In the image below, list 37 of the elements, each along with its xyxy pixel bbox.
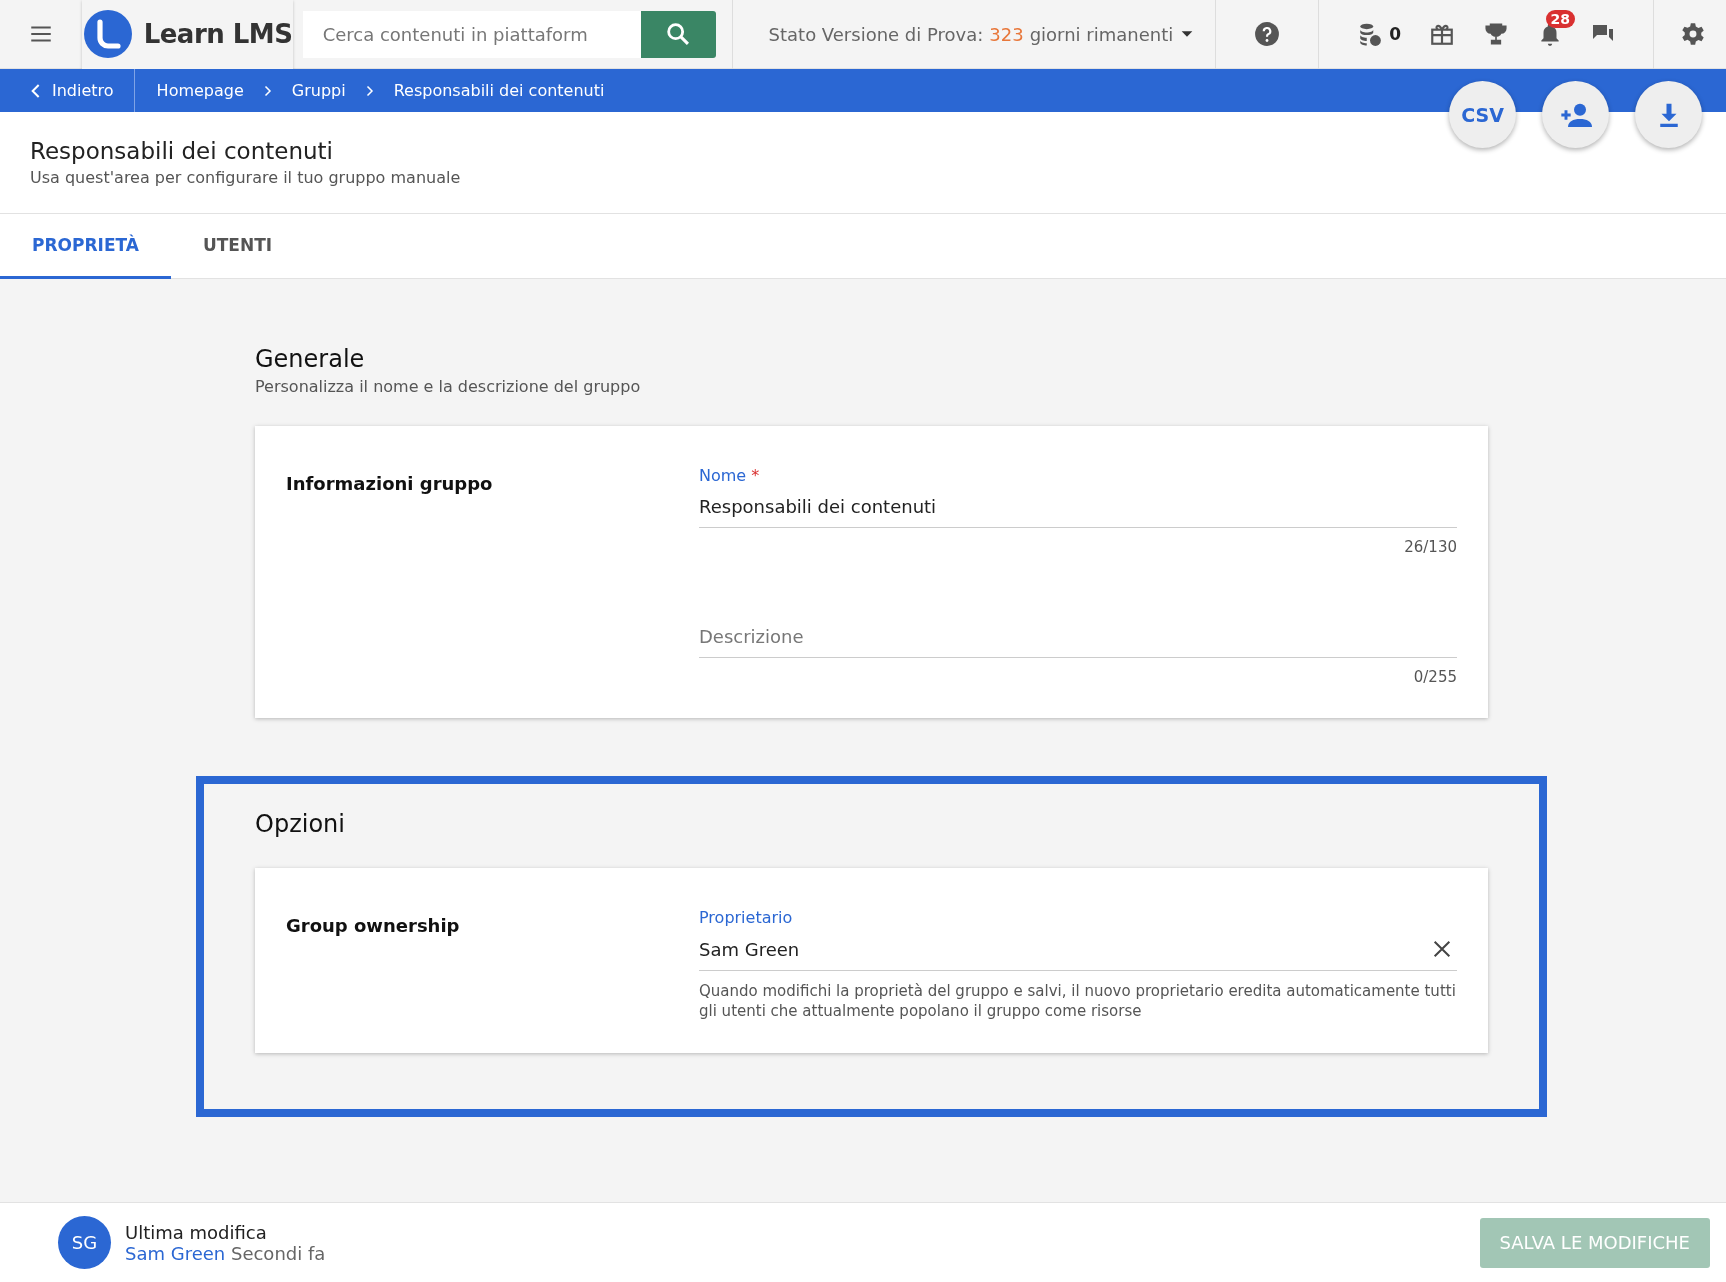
text-field[interactable]: Responsabili dei contenuti	[699, 488, 1457, 528]
search-field[interactable]: Cerca contenuti in piattaform	[302, 10, 641, 58]
field-label: Proprietario	[699, 908, 794, 929]
coins-icon	[1357, 21, 1384, 47]
tab[interactable]: UTENTI	[170, 214, 305, 279]
notification-badge: 28	[1545, 9, 1575, 28]
breadcrumb-link[interactable]: Homepage	[156, 81, 244, 100]
page-subtitle: Usa quest'area per configurare il tuo gruppo manuale	[30, 168, 462, 187]
coins-button[interactable]: 0	[1319, 0, 1415, 69]
field-label: Nome	[699, 466, 747, 487]
modified-time: Secondi fa	[230, 1242, 326, 1264]
section-title: Opzioni	[255, 810, 346, 838]
user-link[interactable]: Sam Green	[125, 1242, 226, 1264]
section-subtitle: Personalizza il nome e la descrizione del gruppo	[255, 377, 642, 396]
breadcrumb-link[interactable]: Gruppi	[291, 81, 346, 100]
text-field[interactable]: Descrizione	[699, 618, 1457, 658]
character-counter: 0/255	[1412, 668, 1457, 686]
last-modified-label: Ultima modifica	[125, 1221, 268, 1243]
required-mark: *	[751, 466, 760, 487]
owner-select-field[interactable]: Sam Green	[699, 930, 1457, 971]
breadcrumb-link[interactable]: Responsabili dei contenuti	[393, 81, 605, 100]
settings-icon	[1680, 21, 1706, 47]
trophy-icon	[1483, 21, 1509, 47]
card-label: Group ownership	[286, 915, 460, 936]
user-avatar: SG	[58, 1216, 111, 1269]
help-icon	[1254, 21, 1281, 47]
tab[interactable]: PROPRIETÀ	[0, 214, 171, 279]
trial-status-dropdown[interactable]: Stato Versione di Prova: 323 giorni rimanenti	[748, 0, 1216, 69]
helper-text: Quando modifichi la proprietà del gruppo e salvi, il nuovo proprietario eredita automaticamente tutti gli utenti che attualmente popolano il gruppo come risorse	[699, 981, 1457, 1021]
page-title: Responsabili dei contenuti	[30, 138, 334, 164]
card-label: Informazioni gruppo	[286, 473, 493, 494]
logo-text: Learn LMS	[143, 19, 293, 49]
section-title: Generale	[255, 345, 366, 373]
character-counter: 26/130	[1403, 538, 1457, 556]
search-button[interactable]	[640, 10, 716, 58]
close-icon	[1431, 938, 1453, 960]
notifications-button[interactable]: 28	[1523, 0, 1577, 69]
